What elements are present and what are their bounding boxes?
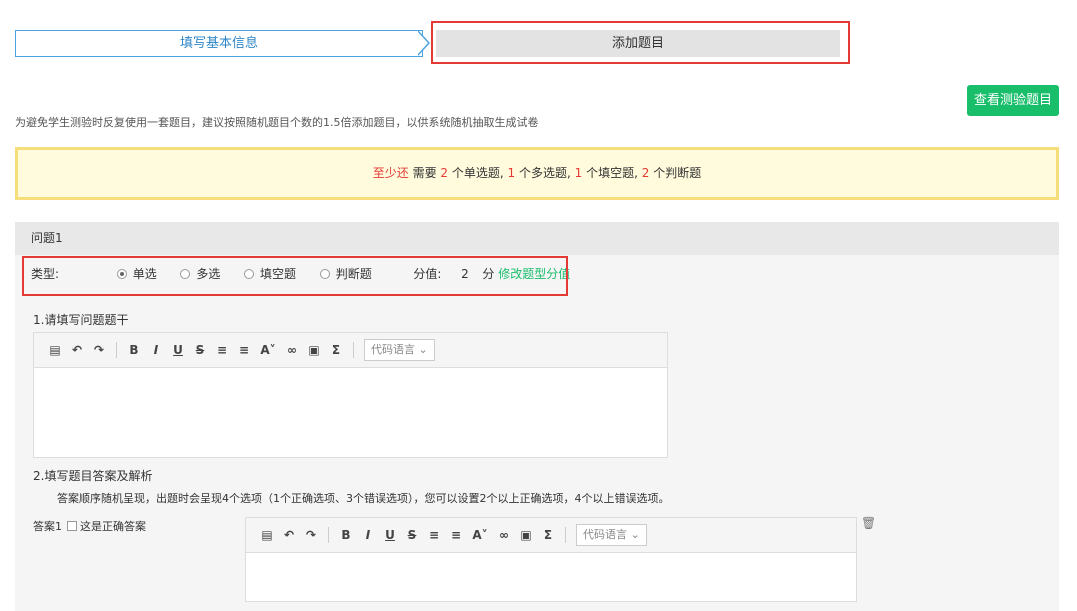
answer1-editor[interactable]: ▤ ↶ ↷ B I U S ≡ ≡ A˅ ∞ ▣ Σ 代码语言 ⌄ bbox=[245, 517, 857, 602]
code-language-select[interactable]: 代码语言 ⌄ bbox=[576, 524, 647, 546]
format-brush-icon[interactable]: ▤ bbox=[44, 339, 66, 361]
strikethrough-icon[interactable]: S bbox=[189, 339, 211, 361]
highlight-box-type bbox=[22, 256, 568, 296]
stem-label: 1.请填写问题题干 bbox=[33, 313, 129, 327]
question-title: 问题1 bbox=[15, 222, 1059, 255]
link-icon[interactable]: ∞ bbox=[281, 339, 303, 361]
requirement-notice: 至少还 需要 2 个单选题, 1 个多选题, 1 个填空题, 2 个判断题 bbox=[15, 147, 1059, 200]
format-brush-icon[interactable]: ▤ bbox=[256, 524, 278, 546]
code-language-select[interactable]: 代码语言 ⌄ bbox=[364, 339, 435, 361]
toolbar-divider bbox=[116, 342, 117, 358]
link-icon[interactable]: ∞ bbox=[493, 524, 515, 546]
notice-count-judge: 2 bbox=[641, 166, 650, 180]
answer-description: 答案顺序随机呈现，出题时会呈现4个选项（1个正确选项、3个错误选项），您可以设置… bbox=[57, 492, 670, 505]
notice-text-single: 个单选题, bbox=[451, 166, 504, 180]
toolbar-divider bbox=[565, 527, 566, 543]
view-quiz-questions-button[interactable]: 查看测验题目 bbox=[967, 85, 1059, 116]
editor-toolbar: ▤ ↶ ↷ B I U S ≡ ≡ A˅ ∞ ▣ Σ 代码语言 ⌄ bbox=[34, 333, 667, 368]
notice-prefix: 至少还 bbox=[372, 166, 409, 180]
chevron-down-icon: ⌄ bbox=[630, 528, 640, 541]
image-icon[interactable]: ▣ bbox=[303, 339, 325, 361]
chevron-down-icon: ⌄ bbox=[418, 343, 428, 356]
undo-icon[interactable]: ↶ bbox=[278, 524, 300, 546]
notice-text-fill: 个填空题, bbox=[586, 166, 638, 180]
ordered-list-icon[interactable]: ≡ bbox=[211, 339, 233, 361]
notice-text-judge: 个判断题 bbox=[653, 166, 702, 180]
delete-answer-icon[interactable]: 🗑 bbox=[861, 516, 876, 530]
answer-section-label: 2.填写题目答案及解析 bbox=[33, 469, 153, 483]
correct-answer-checkbox[interactable] bbox=[67, 521, 77, 531]
ordered-list-icon[interactable]: ≡ bbox=[423, 524, 445, 546]
formula-icon[interactable]: Σ bbox=[325, 339, 347, 361]
step-basic-info[interactable]: 填写基本信息 bbox=[15, 30, 423, 57]
stem-editor[interactable]: ▤ ↶ ↷ B I U S ≡ ≡ A˅ ∞ ▣ Σ 代码语言 ⌄ bbox=[33, 332, 668, 458]
undo-icon[interactable]: ↶ bbox=[66, 339, 88, 361]
editor-toolbar: ▤ ↶ ↷ B I U S ≡ ≡ A˅ ∞ ▣ Σ 代码语言 ⌄ bbox=[246, 518, 856, 553]
italic-icon[interactable]: I bbox=[357, 524, 379, 546]
redo-icon[interactable]: ↷ bbox=[300, 524, 322, 546]
notice-count-fill: 1 bbox=[574, 166, 583, 180]
answer1-label: 答案1 bbox=[33, 520, 62, 533]
underline-icon[interactable]: U bbox=[379, 524, 401, 546]
unordered-list-icon[interactable]: ≡ bbox=[233, 339, 255, 361]
hint-text: 为避免学生测验时反复使用一套题目，建议按照随机题目个数的1.5倍添加题目，以供系… bbox=[15, 116, 539, 129]
formula-icon[interactable]: Σ bbox=[537, 524, 559, 546]
answer1-row: 答案1 这是正确答案 bbox=[33, 518, 146, 534]
redo-icon[interactable]: ↷ bbox=[88, 339, 110, 361]
strikethrough-icon[interactable]: S bbox=[401, 524, 423, 546]
step-arrow-inner bbox=[417, 31, 428, 55]
notice-need: 需要 bbox=[412, 166, 437, 180]
notice-count-single: 2 bbox=[440, 166, 449, 180]
notice-count-multi: 1 bbox=[507, 166, 516, 180]
toolbar-divider bbox=[353, 342, 354, 358]
toolbar-divider bbox=[328, 527, 329, 543]
bold-icon[interactable]: B bbox=[335, 524, 357, 546]
underline-icon[interactable]: U bbox=[167, 339, 189, 361]
italic-icon[interactable]: I bbox=[145, 339, 167, 361]
unordered-list-icon[interactable]: ≡ bbox=[445, 524, 467, 546]
font-color-icon[interactable]: A˅ bbox=[467, 524, 493, 546]
font-color-icon[interactable]: A˅ bbox=[255, 339, 281, 361]
bold-icon[interactable]: B bbox=[123, 339, 145, 361]
highlight-box-step bbox=[431, 21, 850, 64]
image-icon[interactable]: ▣ bbox=[515, 524, 537, 546]
notice-text-multi: 个多选题, bbox=[519, 166, 571, 180]
correct-answer-label: 这是正确答案 bbox=[80, 520, 146, 533]
